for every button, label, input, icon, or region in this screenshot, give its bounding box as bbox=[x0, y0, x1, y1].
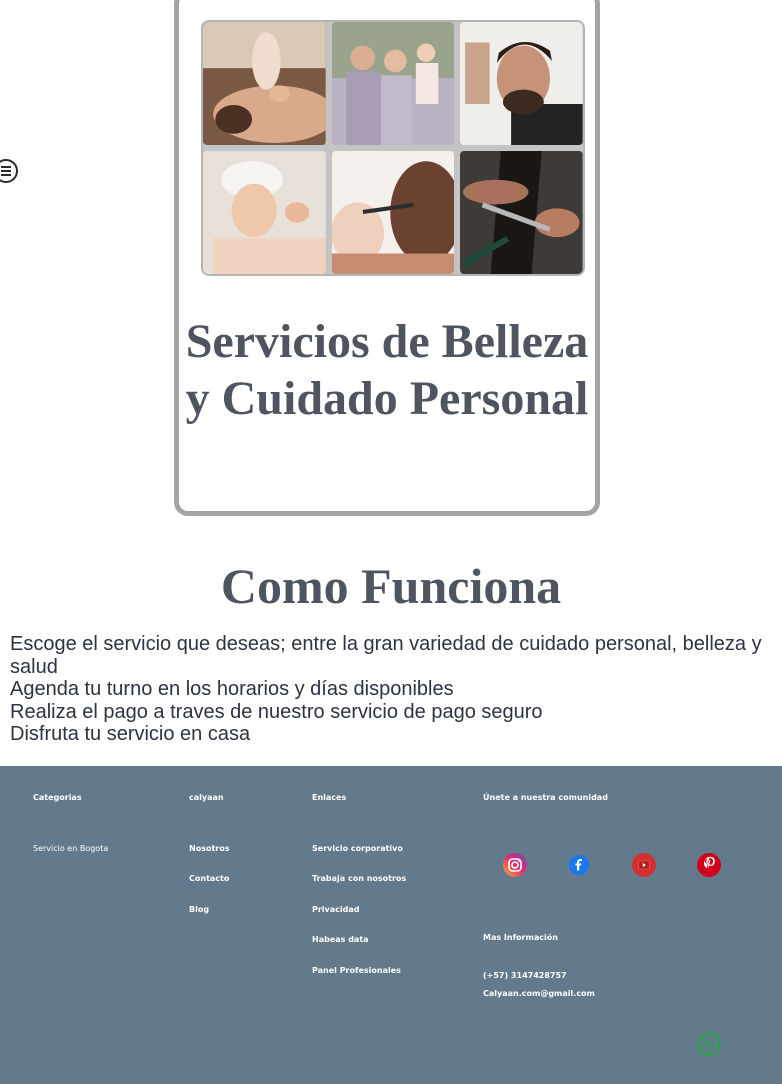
footer-heading-info: Mas Información bbox=[483, 933, 558, 942]
footer-heading-enlaces: Enlaces bbox=[312, 793, 347, 802]
menu-line bbox=[1, 174, 11, 176]
family-photo bbox=[331, 22, 455, 145]
footer-link-blog[interactable]: Blog bbox=[189, 905, 209, 915]
step-item: Realiza el pago a traves de nuestro serv… bbox=[10, 700, 543, 723]
footer-link-privacidad[interactable]: Privacidad bbox=[312, 905, 360, 915]
barber-photo bbox=[460, 22, 583, 145]
step-item: Disfruta tu servicio en casa bbox=[10, 723, 251, 745]
hero-card: Servicios de Belleza y Cuidado Personal bbox=[174, 0, 600, 516]
facebook-icon[interactable] bbox=[567, 853, 591, 877]
youtube-icon[interactable] bbox=[632, 853, 656, 877]
pinterest-icon[interactable] bbox=[697, 853, 721, 877]
footer-heading-calyaan: calyaan bbox=[189, 793, 224, 802]
footer-phone: (+57) 3147428757 bbox=[483, 971, 567, 980]
footer-link-servicio-corporativo[interactable]: Servicio corporativo bbox=[312, 844, 403, 854]
footer-link-habeas-data[interactable]: Habeas data bbox=[312, 935, 369, 945]
footer-link-contacto[interactable]: Contacto bbox=[189, 874, 229, 884]
step-item: Agenda tu turno en los horarios y días d… bbox=[10, 678, 454, 700]
how-it-works-title: Como Funciona bbox=[220, 558, 562, 614]
services-photo-collage bbox=[201, 20, 585, 276]
menu-line bbox=[1, 166, 11, 168]
footer-link-panel-profesionales[interactable]: Panel Profesionales bbox=[312, 966, 401, 976]
footer-link-servicio-bogota[interactable]: Servicio en Bogota bbox=[33, 844, 108, 854]
step-item: Escoge el servicio que deseas; entre la … bbox=[10, 633, 762, 678]
how-it-works-steps: Escoge el servicio que deseas; entre la … bbox=[10, 633, 772, 746]
instagram-icon[interactable] bbox=[503, 853, 527, 877]
massage-photo bbox=[203, 22, 326, 145]
footer-heading-community: Únete a nuestra comunidad bbox=[483, 793, 608, 802]
facial-photo bbox=[203, 151, 326, 274]
makeup-photo bbox=[331, 151, 455, 274]
hero-title: Servicios de Belleza y Cuidado Personal bbox=[185, 315, 589, 425]
whatsapp-icon[interactable] bbox=[696, 1031, 722, 1057]
menu-line bbox=[1, 170, 11, 172]
footer-link-nosotros[interactable]: Nosotros bbox=[189, 844, 229, 854]
footer-heading-categorias: Categorias bbox=[33, 793, 82, 802]
footer-email[interactable]: Calyaan.com@gmail.com bbox=[483, 989, 595, 999]
site-footer: Categorias Servicio en Bogota calyaan No… bbox=[0, 766, 782, 1084]
footer-link-trabaja[interactable]: Trabaja con nosotros bbox=[312, 874, 406, 884]
haircut-photo bbox=[460, 151, 583, 274]
hamburger-menu-icon[interactable] bbox=[0, 159, 18, 183]
